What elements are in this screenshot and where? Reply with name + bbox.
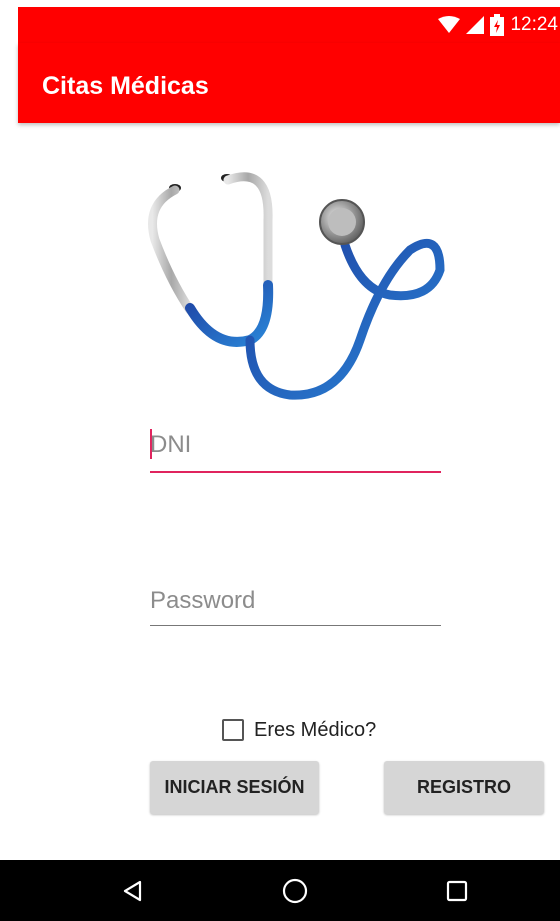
dni-input[interactable]: [150, 429, 441, 461]
register-button[interactable]: REGISTRO: [384, 761, 544, 814]
status-icons: 12:24: [438, 7, 560, 43]
recent-apps-button[interactable]: [427, 860, 487, 921]
back-icon: [123, 880, 142, 901]
app-title: Citas Médicas: [42, 72, 209, 100]
dni-underline: [150, 471, 441, 473]
recent-apps-icon: [446, 880, 468, 901]
password-input[interactable]: [150, 585, 441, 617]
battery-charging-icon: [490, 14, 505, 36]
stethoscope-icon: [148, 172, 445, 400]
home-icon: [282, 878, 308, 903]
status-time: 12:24: [510, 14, 558, 35]
navigation-bar: [0, 860, 560, 921]
login-button[interactable]: INICIAR SESIÓN: [150, 761, 319, 814]
doctor-checkbox-row[interactable]: Eres Médico?: [222, 715, 376, 745]
signal-icon: [466, 16, 485, 34]
wifi-icon: [438, 16, 461, 33]
home-button[interactable]: [265, 860, 325, 921]
status-bar: 12:24: [18, 7, 560, 43]
doctor-checkbox-label[interactable]: Eres Médico?: [254, 719, 376, 742]
app-bar: Citas Médicas: [18, 43, 560, 123]
doctor-checkbox[interactable]: [222, 719, 244, 741]
password-underline: [150, 625, 441, 626]
back-button[interactable]: [103, 860, 163, 921]
